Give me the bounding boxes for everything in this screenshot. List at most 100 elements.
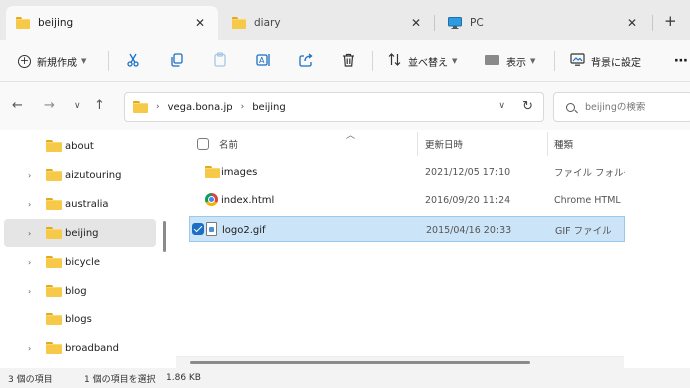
status-bar: 3 個の項目 1 個の項目を選択 1.86 KB [0,368,690,388]
cut-button[interactable] [126,40,140,82]
file-type: GIF ファイル [555,226,612,237]
trash-icon [342,53,355,70]
column-divider[interactable] [547,132,548,156]
chevron-right-icon[interactable]: › [28,258,31,267]
rename-icon: A [256,53,271,70]
tab-pc[interactable]: PC ✕ [438,6,650,40]
sidebar-item-australia[interactable]: › australia [4,190,156,218]
file-row-images[interactable]: images 2021/12/05 17:10 ファイル フォルダー [189,159,625,185]
sidebar-item-broadband[interactable]: › broadband [4,334,156,362]
background-label: 背景に設定 [591,57,641,69]
chevron-right-icon[interactable]: › [28,200,31,209]
folder-icon [133,101,148,113]
tab-label: diary [254,17,281,29]
chevron-down-icon: ▼ [530,57,536,65]
sidebar-item-label: broadband [65,342,119,354]
chevron-down-icon[interactable]: ∨ [498,101,505,111]
scissors-icon [126,53,140,70]
new-button[interactable]: + 新規作成 ▼ [18,40,86,82]
new-tab-button[interactable]: + [664,12,677,30]
breadcrumb-beijing[interactable]: beijing [252,102,286,113]
more-icon: ⋯ [674,53,688,69]
more-options-button[interactable]: ⋯ [674,40,688,82]
view-label: 表示 [506,57,526,69]
tab-diary[interactable]: diary ✕ [222,6,434,40]
delete-button[interactable] [342,40,355,82]
close-icon[interactable]: ✕ [192,16,208,30]
sidebar-item-label: beijing [65,227,99,239]
chevron-down-icon: ▼ [81,57,87,65]
view-icon [485,54,499,68]
folder-icon [16,17,30,29]
tab-divider [434,15,435,31]
chevron-right-icon[interactable]: › [28,287,31,296]
folder-icon [46,312,62,326]
sidebar-item-label: blogs [65,313,92,325]
select-all-checkbox[interactable] [197,138,209,150]
folder-icon [46,284,62,298]
sort-label: 並べ替え [408,57,448,69]
column-header-name[interactable]: 名前 ︿ [219,130,419,158]
chevron-right-icon: › [240,102,245,112]
sidebar-item-label: about [65,140,94,152]
address-bar[interactable]: › vega.bona.jp › beijing ∨ ↻ [124,92,544,122]
column-header-date[interactable]: 更新日時 [425,130,545,158]
column-header-type[interactable]: 種類 [554,130,624,158]
paste-button[interactable] [213,40,227,82]
close-icon[interactable]: ✕ [408,16,424,30]
chevron-down-icon: ▼ [452,57,458,65]
sidebar-item-blog[interactable]: › blog [4,277,156,305]
sidebar-item-beijing[interactable]: › beijing [4,219,156,247]
copy-button[interactable] [170,40,184,82]
sidebar-item-aizutouring[interactable]: › aizutouring [4,161,156,189]
sidebar-scrollbar[interactable] [163,221,166,252]
folder-icon [232,17,246,29]
folder-icon [46,168,62,182]
chevron-right-icon[interactable]: › [28,344,31,353]
file-name: logo2.gif [222,224,266,236]
forward-arrow-icon[interactable]: → [44,98,55,113]
monitor-icon [448,17,462,29]
sidebar-item-label: blog [65,285,87,297]
chevron-right-icon[interactable]: › [28,171,31,180]
navigation-row: ← → ∨ ↑ › vega.bona.jp › beijing ∨ ↻ [0,82,690,130]
tab-divider [652,15,653,31]
refresh-icon[interactable]: ↻ [522,99,533,114]
file-date: 2016/09/20 11:24 [425,194,511,206]
file-name: index.html [221,194,275,206]
sidebar-item-label: aizutouring [65,169,122,181]
tab-beijing[interactable]: beijing ✕ [6,6,218,40]
tab-strip: beijing ✕ diary ✕ PC ✕ + [0,0,690,40]
set-background-button[interactable]: 背景に設定 [570,40,641,82]
file-row-index-html[interactable]: index.html 2016/09/20 11:24 Chrome HTML [189,187,625,213]
chevron-right-icon[interactable]: › [28,229,31,238]
sidebar-item-bicycle[interactable]: › bicycle [4,248,156,276]
sidebar-item-about[interactable]: about [4,132,156,160]
close-icon[interactable]: ✕ [624,16,640,30]
up-arrow-icon[interactable]: ↑ [94,98,105,113]
file-date: 2015/04/16 20:33 [426,224,512,236]
breadcrumb-vega-bona-jp[interactable]: vega.bona.jp [168,102,233,113]
horizontal-scrollbar[interactable] [176,356,624,368]
search-box[interactable] [553,92,690,122]
search-input[interactable] [585,101,685,113]
toolbar-divider [372,51,373,71]
content-area: about › aizutouring › australia › beijin… [0,130,690,368]
share-button[interactable] [299,40,313,82]
recent-locations-chevron-icon[interactable]: ∨ [74,101,81,111]
sort-button[interactable]: 並べ替え ▼ [388,40,457,82]
column-divider[interactable] [417,132,418,156]
row-checkbox[interactable] [192,223,204,235]
rename-button[interactable]: A [256,40,271,82]
folder-icon [46,255,62,269]
file-name: images [221,166,258,178]
back-arrow-icon[interactable]: ← [12,98,23,113]
scrollbar-thumb[interactable] [190,361,530,364]
folder-icon [46,341,62,355]
file-row-logo2-gif[interactable]: logo2.gif 2015/04/16 20:33 GIF ファイル [189,216,625,242]
view-button[interactable]: 表示 ▼ [485,40,535,82]
item-count: 3 個の項目 [8,374,53,385]
sidebar-item-blogs[interactable]: blogs [4,305,156,333]
sort-arrows-icon [388,53,401,69]
selection-size: 1.86 KB [166,373,201,383]
